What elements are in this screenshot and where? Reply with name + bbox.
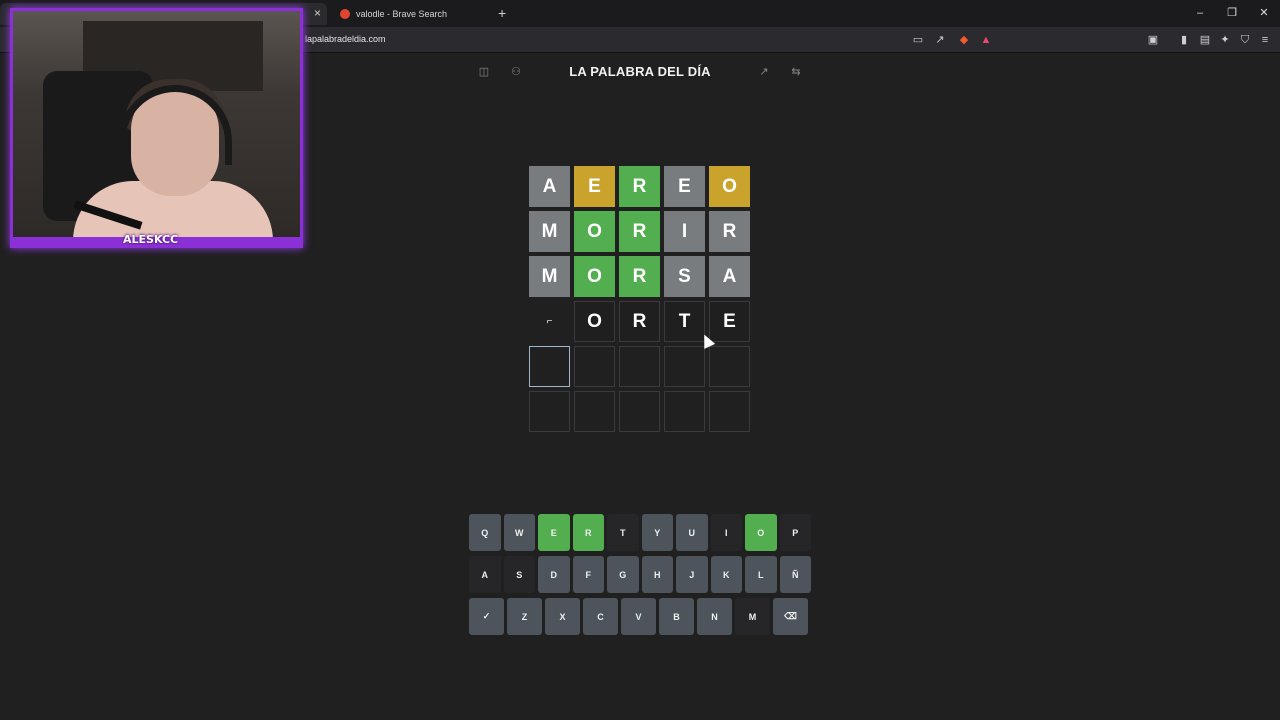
key-enye[interactable]: Ñ bbox=[779, 556, 811, 593]
key-v[interactable]: V bbox=[621, 598, 656, 635]
board-tile: R bbox=[619, 256, 660, 297]
board-tile: O bbox=[709, 166, 750, 207]
board-tile bbox=[529, 391, 570, 432]
board-tile: O bbox=[574, 256, 615, 297]
webcam-overlay: ALESKCC bbox=[10, 8, 303, 248]
key-r[interactable]: R bbox=[572, 514, 604, 551]
board-row bbox=[529, 346, 750, 387]
key-g[interactable]: G bbox=[607, 556, 639, 593]
browser-tab-valodle[interactable]: valodle - Brave Search bbox=[332, 3, 492, 25]
board-tile[interactable] bbox=[529, 346, 570, 387]
board-tile bbox=[664, 346, 705, 387]
board-tile: M bbox=[529, 211, 570, 252]
board-tile: O bbox=[574, 211, 615, 252]
window-controls: – ❐ ✕ bbox=[1184, 0, 1280, 27]
board-tile: M bbox=[529, 256, 570, 297]
wallet-icon[interactable]: ▤ bbox=[1198, 33, 1212, 47]
board-tile bbox=[709, 391, 750, 432]
board-tile bbox=[664, 391, 705, 432]
board-tile: R bbox=[619, 166, 660, 207]
leo-ai-icon[interactable]: ✦ bbox=[1218, 33, 1232, 47]
board-tile: O bbox=[574, 301, 615, 342]
board-tile bbox=[574, 346, 615, 387]
new-tab-button[interactable]: + bbox=[498, 5, 506, 21]
key-z[interactable]: Z bbox=[507, 598, 542, 635]
board-tile: ⌐ bbox=[546, 316, 553, 327]
key-n[interactable]: N bbox=[697, 598, 732, 635]
keyboard-row: QWERTYUIOP bbox=[469, 514, 814, 551]
key-u[interactable]: U bbox=[676, 514, 708, 551]
key-d[interactable]: D bbox=[538, 556, 570, 593]
backspace-key[interactable]: ⌫ bbox=[773, 598, 808, 635]
board-tile: R bbox=[619, 301, 660, 342]
key-b[interactable]: B bbox=[659, 598, 694, 635]
board-tile: E bbox=[664, 166, 705, 207]
board-tile: A bbox=[709, 256, 750, 297]
board-tile: R bbox=[709, 211, 750, 252]
board-tile: E bbox=[709, 301, 750, 342]
board-row bbox=[529, 391, 750, 432]
board-row: ⌐ O R T E bbox=[529, 301, 750, 342]
board-tile bbox=[619, 346, 660, 387]
key-c[interactable]: C bbox=[583, 598, 618, 635]
close-window-button[interactable]: ✕ bbox=[1248, 0, 1280, 27]
game-board: A E R E O M O R I R M O R S A ⌐ O R T E bbox=[529, 166, 750, 436]
board-tile: R bbox=[619, 211, 660, 252]
board-tile: A bbox=[529, 166, 570, 207]
sidebar-icon[interactable]: ▮ bbox=[1177, 33, 1191, 47]
brave-shield-icon[interactable]: ◆ bbox=[957, 33, 971, 47]
board-row: MORSA bbox=[529, 256, 750, 297]
key-w[interactable]: W bbox=[503, 514, 535, 551]
key-a[interactable]: A bbox=[469, 556, 501, 593]
key-i[interactable]: I bbox=[710, 514, 742, 551]
key-s[interactable]: S bbox=[503, 556, 535, 593]
enter-key[interactable]: ✓ bbox=[469, 598, 504, 635]
key-e[interactable]: E bbox=[538, 514, 570, 551]
board-tile: E bbox=[574, 166, 615, 207]
key-t[interactable]: T bbox=[607, 514, 639, 551]
board-tile bbox=[574, 391, 615, 432]
board-tile: I bbox=[664, 211, 705, 252]
stats-icon[interactable]: ↗ bbox=[756, 64, 772, 80]
keyboard-row: ✓ Z X C V B N M ⌫ bbox=[469, 598, 814, 635]
tab-title: valodle - Brave Search bbox=[356, 9, 448, 19]
key-j[interactable]: J bbox=[676, 556, 708, 593]
key-o[interactable]: O bbox=[745, 514, 777, 551]
key-q[interactable]: Q bbox=[469, 514, 501, 551]
brave-search-favicon-icon bbox=[340, 9, 350, 19]
key-m[interactable]: M bbox=[735, 598, 770, 635]
key-h[interactable]: H bbox=[641, 556, 673, 593]
tabs-icon[interactable]: ▣ bbox=[1146, 33, 1160, 47]
minimize-button[interactable]: – bbox=[1184, 0, 1216, 27]
board-tile: S bbox=[664, 256, 705, 297]
board-row: AEREO bbox=[529, 166, 750, 207]
swap-icon[interactable]: ⇆ bbox=[788, 64, 804, 80]
on-screen-keyboard: Q W E R T Y U I O P A S D F G H J K L Ñ ✓ Z X C V B N M ⌫ bbox=[469, 514, 814, 640]
site-header: ◫ ⚇ LA PALABRA DEL DÍA ↗ ⇆ bbox=[470, 60, 810, 84]
menu-icon[interactable]: ≡ bbox=[1258, 33, 1272, 47]
key-p[interactable]: P bbox=[779, 514, 811, 551]
tab-close-button[interactable]: × bbox=[314, 6, 321, 20]
key-y[interactable]: Y bbox=[641, 514, 673, 551]
cast-icon[interactable]: ▭ bbox=[911, 33, 925, 47]
streamer-name: ALESKCC bbox=[123, 233, 179, 246]
brave-rewards-icon[interactable]: ▲ bbox=[979, 33, 993, 47]
key-l[interactable]: L bbox=[745, 556, 777, 593]
key-k[interactable]: K bbox=[710, 556, 742, 593]
board-row: MORIR bbox=[529, 211, 750, 252]
url-input[interactable]: lapalabradeldia.com bbox=[305, 34, 386, 44]
key-x[interactable]: X bbox=[545, 598, 580, 635]
key-f[interactable]: F bbox=[572, 556, 604, 593]
board-tile bbox=[709, 346, 750, 387]
board-tile bbox=[619, 391, 660, 432]
share-icon[interactable]: ↗ bbox=[933, 33, 947, 47]
vpn-icon[interactable]: ⛉ bbox=[1238, 33, 1252, 47]
keyboard-row: ASDFGHJKLÑ bbox=[469, 556, 814, 593]
restore-button[interactable]: ❐ bbox=[1216, 0, 1248, 27]
